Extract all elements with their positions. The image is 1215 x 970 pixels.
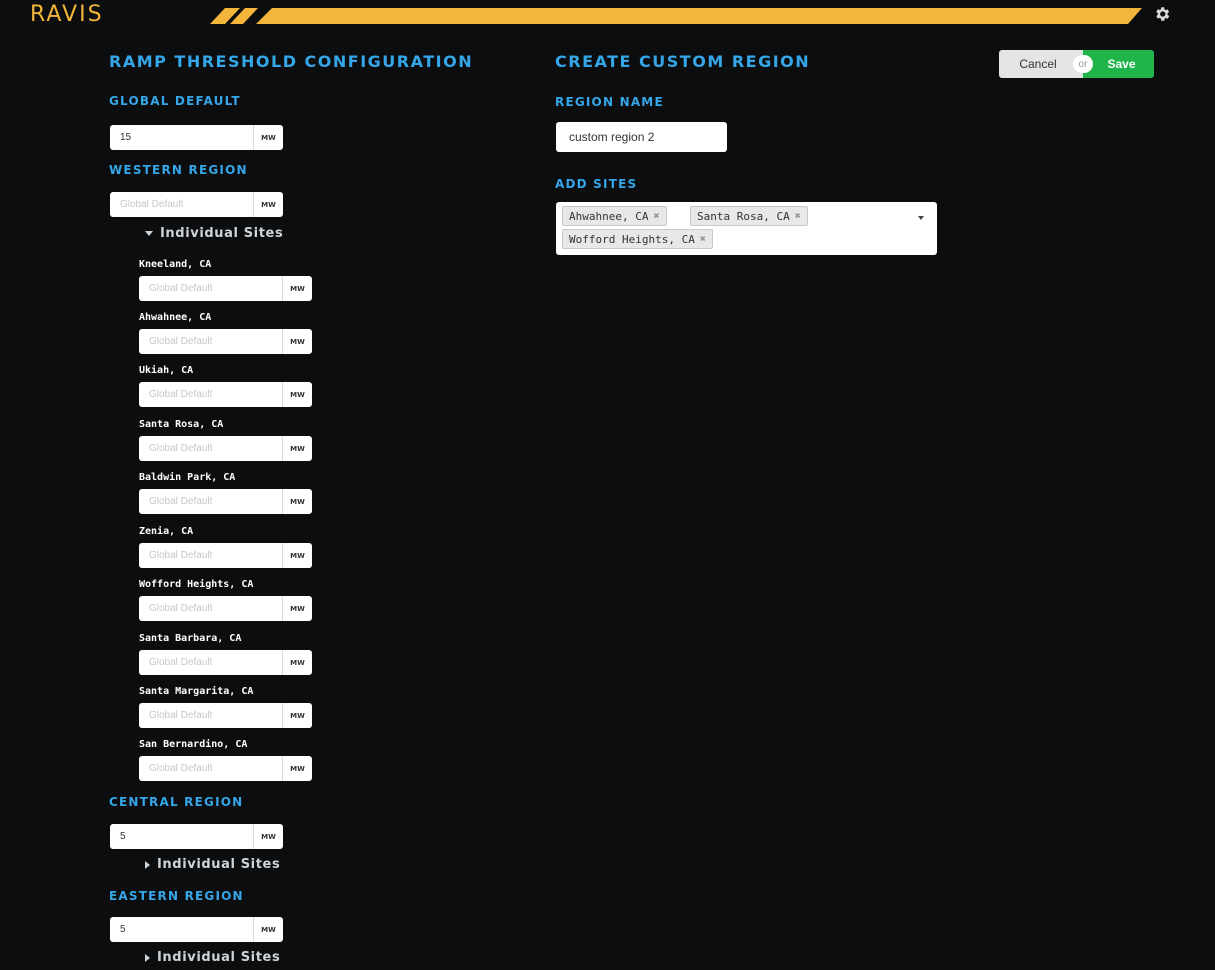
site-placeholder[interactable]: Global Default — [139, 283, 282, 294]
site-tag-label: Ahwahnee, CA — [569, 209, 649, 223]
site-field[interactable]: Global Default MW — [139, 703, 312, 728]
site-label: Ahwahnee, CA — [139, 312, 212, 323]
individual-sites-label: Individual Sites — [160, 226, 284, 241]
site-label: Zenia, CA — [139, 526, 194, 537]
region-name-label: Region Name — [555, 95, 664, 109]
site-placeholder[interactable]: Global Default — [139, 763, 282, 774]
global-default-value[interactable]: 15 — [110, 132, 253, 143]
site-placeholder[interactable]: Global Default — [139, 550, 282, 561]
eastern-region-label: Eastern Region — [109, 889, 244, 903]
or-divider: or — [1073, 55, 1093, 73]
x-icon[interactable]: ✖ — [653, 211, 659, 222]
region-name-input[interactable]: custom region 2 — [556, 122, 727, 152]
unit-label: MW — [282, 276, 312, 301]
eastern-region-value[interactable]: 5 — [110, 924, 253, 935]
site-placeholder[interactable]: Global Default — [139, 389, 282, 400]
unit-label: MW — [282, 703, 312, 728]
central-region-value[interactable]: 5 — [110, 831, 253, 842]
site-label: Kneeland, CA — [139, 259, 212, 270]
western-individual-sites-toggle[interactable]: Individual Sites — [145, 226, 283, 241]
unit-label: MW — [282, 382, 312, 407]
central-individual-sites-toggle[interactable]: Individual Sites — [145, 857, 280, 872]
ravis-logo: RAVIS — [30, 2, 104, 27]
ramp-threshold-title: Ramp Threshold Configuration — [109, 52, 474, 71]
add-sites-select[interactable]: Ahwahnee, CA ✖ Santa Rosa, CA ✖ Wofford … — [556, 202, 937, 255]
site-field[interactable]: Global Default MW — [139, 756, 312, 781]
site-field[interactable]: Global Default MW — [139, 596, 312, 621]
add-sites-label: Add Sites — [555, 177, 638, 191]
site-label: Santa Margarita, CA — [139, 686, 254, 697]
site-field[interactable]: Global Default MW — [139, 489, 312, 514]
central-region-label: Central Region — [109, 795, 244, 809]
site-placeholder[interactable]: Global Default — [139, 336, 282, 347]
site-label: Santa Barbara, CA — [139, 633, 242, 644]
site-placeholder[interactable]: Global Default — [139, 710, 282, 721]
site-field[interactable]: Global Default MW — [139, 329, 312, 354]
triangle-down-icon — [145, 231, 153, 236]
triangle-right-icon — [145, 860, 150, 869]
site-label: Baldwin Park, CA — [139, 472, 236, 483]
site-label: Wofford Heights, CA — [139, 579, 254, 590]
cancel-button[interactable]: Cancel — [999, 50, 1083, 78]
site-label: Santa Rosa, CA — [139, 419, 224, 430]
site-field[interactable]: Global Default MW — [139, 276, 312, 301]
western-region-placeholder[interactable]: Global Default — [110, 199, 253, 210]
site-placeholder[interactable]: Global Default — [139, 496, 282, 507]
site-tag: Ahwahnee, CA ✖ — [562, 206, 667, 226]
site-placeholder[interactable]: Global Default — [139, 657, 282, 668]
central-region-field[interactable]: 5 MW — [110, 824, 283, 849]
x-icon[interactable]: ✖ — [795, 211, 801, 222]
site-tag: Wofford Heights, CA ✖ — [562, 229, 713, 249]
caret-down-icon[interactable] — [918, 216, 924, 220]
unit-label: MW — [282, 543, 312, 568]
unit-label: MW — [282, 329, 312, 354]
unit-label: MW — [253, 824, 283, 849]
unit-label: MW — [253, 917, 283, 942]
site-tag: Santa Rosa, CA ✖ — [690, 206, 808, 226]
individual-sites-label: Individual Sites — [157, 950, 281, 965]
top-bar: RAVIS — [0, 0, 1215, 30]
unit-label: MW — [282, 650, 312, 675]
global-default-label: Global Default — [109, 94, 241, 108]
create-custom-region-title: Create Custom Region — [555, 52, 811, 71]
unit-label: MW — [282, 436, 312, 461]
unit-label: MW — [282, 756, 312, 781]
individual-sites-label: Individual Sites — [157, 857, 281, 872]
unit-label: MW — [253, 192, 283, 217]
site-label: Ukiah, CA — [139, 365, 194, 376]
western-region-field[interactable]: Global Default MW — [110, 192, 283, 217]
action-buttons: Cancel Save or — [999, 50, 1154, 78]
global-default-field[interactable]: 15 MW — [110, 125, 283, 150]
western-region-label: Western Region — [109, 163, 248, 177]
eastern-region-field[interactable]: 5 MW — [110, 917, 283, 942]
eastern-individual-sites-toggle[interactable]: Individual Sites — [145, 950, 280, 965]
site-field[interactable]: Global Default MW — [139, 436, 312, 461]
unit-label: MW — [282, 489, 312, 514]
triangle-right-icon — [145, 953, 150, 962]
unit-label: MW — [282, 596, 312, 621]
save-button[interactable]: Save — [1083, 50, 1154, 78]
site-field[interactable]: Global Default MW — [139, 650, 312, 675]
x-icon[interactable]: ✖ — [700, 234, 706, 245]
site-label: San Bernardino, CA — [139, 739, 248, 750]
site-field[interactable]: Global Default MW — [139, 382, 312, 407]
gear-icon[interactable] — [1153, 5, 1171, 23]
site-field[interactable]: Global Default MW — [139, 543, 312, 568]
site-placeholder[interactable]: Global Default — [139, 603, 282, 614]
site-placeholder[interactable]: Global Default — [139, 443, 282, 454]
site-tag-label: Santa Rosa, CA — [697, 209, 790, 223]
unit-label: MW — [253, 125, 283, 150]
header-stripe — [210, 8, 1142, 24]
site-tag-label: Wofford Heights, CA — [569, 232, 695, 246]
